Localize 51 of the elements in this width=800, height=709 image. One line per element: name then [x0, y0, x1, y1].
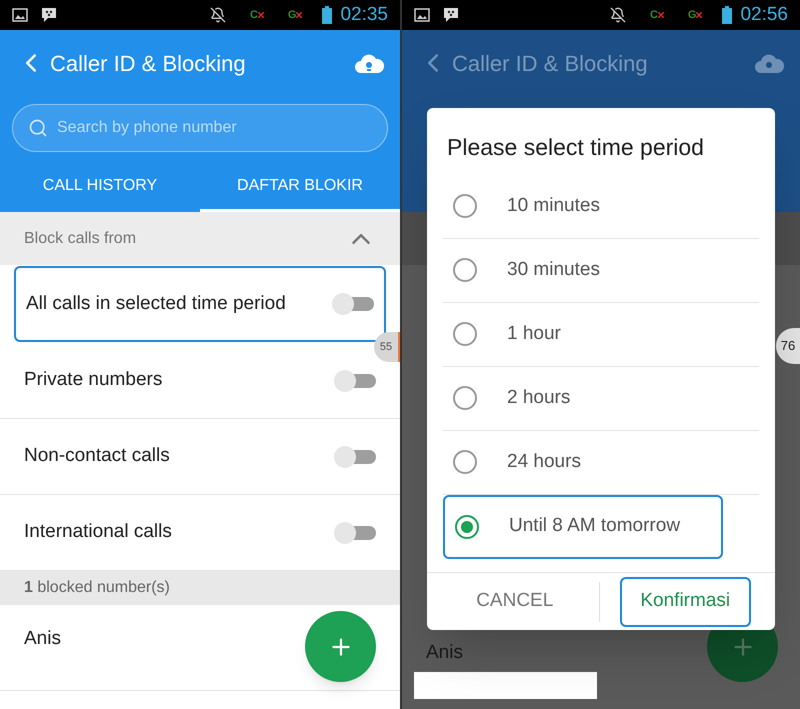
window-title: Caller ID & Blocking: [452, 50, 648, 78]
toggle-switch[interactable]: [332, 293, 374, 315]
radio-option[interactable]: 30 minutes: [443, 238, 759, 302]
toggle-switch[interactable]: [334, 370, 376, 392]
contact-name[interactable]: Anis: [24, 625, 61, 654]
toggle-switch[interactable]: [334, 446, 376, 468]
signal-label: C: [250, 10, 258, 20]
search-icon: [28, 118, 48, 138]
mute-icon: [210, 7, 226, 23]
setting-row[interactable]: All calls in selected time period: [14, 266, 386, 342]
chat-icon: [40, 6, 58, 24]
radio-button[interactable]: [453, 450, 477, 474]
radio-button[interactable]: [453, 386, 477, 410]
radio-option[interactable]: 10 minutes: [443, 174, 759, 238]
window-title: Caller ID & Blocking: [50, 50, 246, 78]
cancel-button[interactable]: CANCEL: [451, 576, 578, 626]
no-signal-icon: [696, 12, 702, 18]
image-icon: [12, 8, 28, 22]
radio-button[interactable]: [453, 322, 477, 346]
search-field[interactable]: Search by phone number: [12, 104, 388, 152]
signal-label: G: [288, 10, 296, 20]
radio-option[interactable]: Until 8 AM tomorrow: [443, 494, 723, 558]
section-header[interactable]: Block calls from: [0, 212, 400, 265]
clock: 02:35: [340, 2, 388, 27]
image-icon: [414, 8, 430, 22]
confirm-button[interactable]: Konfirmasi: [620, 576, 751, 626]
no-signal-icon: [658, 12, 664, 18]
side-badge: 76: [776, 328, 800, 364]
radio-button[interactable]: [455, 514, 479, 538]
radio-button[interactable]: [453, 258, 477, 282]
dialog-title: Please select time period: [446, 133, 705, 162]
list-header: 1 blocked number(s): [0, 571, 400, 605]
radio-option[interactable]: 24 hours: [443, 430, 759, 494]
side-badge[interactable]: 55: [374, 332, 400, 362]
toggle-switch[interactable]: [334, 522, 376, 544]
no-signal-icon: [296, 12, 302, 18]
chat-icon: [442, 6, 460, 24]
battery-icon: [722, 6, 732, 24]
no-signal-icon: [258, 12, 264, 18]
cloud-icon: [754, 52, 784, 74]
cloud-icon[interactable]: [354, 52, 384, 74]
radio-option[interactable]: 1 hour: [443, 302, 759, 366]
battery-icon: [322, 6, 332, 24]
radio-option[interactable]: 2 hours: [443, 366, 759, 430]
contact-name: Anis: [426, 641, 463, 665]
signal-label: G: [688, 10, 696, 20]
signal-label: C: [650, 10, 658, 20]
radio-button[interactable]: [453, 194, 477, 218]
setting-row[interactable]: Non-contact calls: [0, 419, 400, 495]
clock: 02:56: [740, 2, 788, 27]
mute-icon: [610, 7, 626, 23]
